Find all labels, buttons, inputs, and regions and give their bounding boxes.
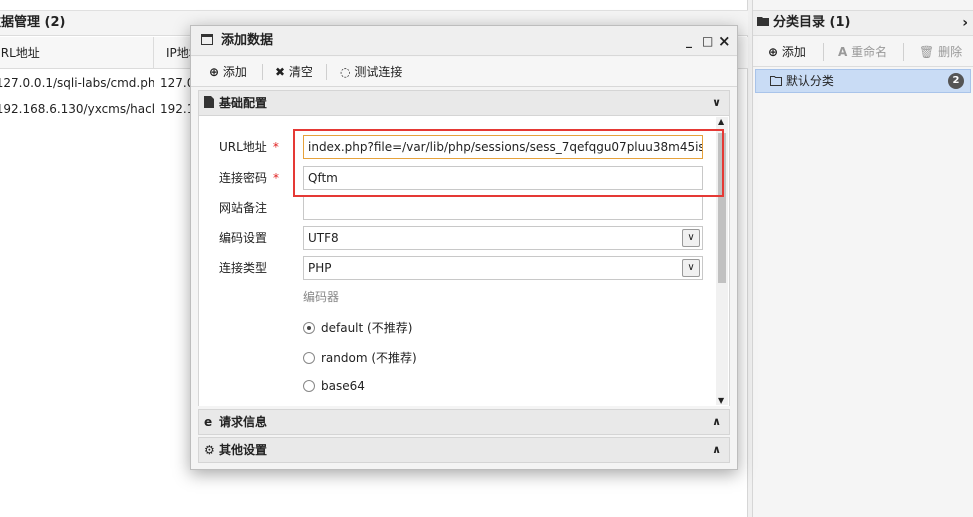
- plus-circle-icon: ⊕: [768, 45, 779, 59]
- chevron-down-icon: ∨: [712, 96, 721, 109]
- encoder-radio-base64[interactable]: base64: [303, 379, 365, 393]
- radio-checked-icon: [303, 322, 315, 334]
- url-label: URL地址 *: [219, 140, 279, 154]
- radio-icon: [303, 352, 315, 364]
- category-toolbar: ⊕ 添加 A 重命名 🗑 删除: [753, 37, 973, 67]
- encoding-select[interactable]: UTF8 ∨: [303, 226, 703, 250]
- document-icon: [204, 91, 214, 115]
- highlight-annotation: [293, 129, 724, 197]
- chevron-up-icon: ∧: [712, 415, 721, 428]
- chevron-down-icon: ∨: [682, 229, 700, 247]
- radio-icon: [303, 380, 315, 392]
- scroll-up-icon[interactable]: ▲: [718, 117, 724, 126]
- dialog-titlebar[interactable]: 添加数据 _ □ ×: [191, 26, 737, 56]
- toolbar-divider: [823, 43, 824, 61]
- chevron-up-icon: ∧: [712, 443, 721, 456]
- category-title: 分类目录 (1): [773, 15, 851, 30]
- category-item-default[interactable]: 默认分类 2: [755, 69, 971, 93]
- chevron-right-icon[interactable]: ›: [962, 11, 968, 35]
- toolbar-divider: [262, 64, 263, 80]
- toolbar-divider: [326, 64, 327, 80]
- close-button[interactable]: ×: [718, 26, 731, 56]
- delete-category-button[interactable]: 🗑 删除: [919, 37, 962, 67]
- rename-category-button[interactable]: A 重命名: [838, 37, 887, 67]
- category-label: 默认分类: [785, 74, 834, 88]
- column-url[interactable]: URL地址: [0, 37, 154, 69]
- note-label: 网站备注: [219, 201, 268, 215]
- type-select[interactable]: PHP ∨: [303, 256, 703, 280]
- maximize-button[interactable]: □: [702, 26, 713, 56]
- folder-outline-icon: [770, 74, 786, 88]
- toolbar-divider: [903, 43, 904, 61]
- category-count-badge: 2: [948, 73, 964, 89]
- section-basic-config[interactable]: 基础配置 ∨: [198, 90, 730, 116]
- add-data-dialog: 添加数据 _ □ × ⊕ 添加 ✖ 清空 ◌ 测试连接 基础配置 ∨ URL地址…: [190, 25, 738, 470]
- row-url: http://127.0.0.1/sqli-labs/cmd.php: [0, 76, 154, 90]
- row-url: http://192.168.6.130/yxcms/hack.: [0, 102, 154, 116]
- chevron-down-icon: ∨: [682, 259, 700, 277]
- minimize-button[interactable]: _: [686, 26, 692, 56]
- encoding-label: 编码设置: [219, 231, 268, 245]
- font-icon: A: [838, 45, 848, 59]
- gears-icon: ⚙: [204, 443, 215, 457]
- ie-icon: e: [204, 415, 213, 429]
- spinner-icon: ◌: [340, 65, 351, 79]
- plus-circle-icon: ⊕: [209, 65, 220, 79]
- note-input[interactable]: [303, 196, 703, 220]
- encoder-title: 编码器: [303, 290, 340, 304]
- section-other-settings[interactable]: ⚙ 其他设置 ∧: [198, 437, 730, 463]
- encoder-radio-random[interactable]: random (不推荐): [303, 349, 417, 366]
- category-panel: 分类目录 (1) › ⊕ 添加 A 重命名 🗑 删除 默认分类 2: [752, 0, 973, 517]
- clear-button[interactable]: ✖ 清空: [275, 57, 313, 87]
- folder-icon: [757, 11, 769, 35]
- category-header: 分类目录 (1) ›: [753, 10, 973, 36]
- password-label: 连接密码 *: [219, 171, 280, 185]
- section-request-info[interactable]: e 请求信息 ∧: [198, 409, 730, 435]
- dialog-toolbar: ⊕ 添加 ✖ 清空 ◌ 测试连接: [191, 57, 737, 87]
- add-button[interactable]: ⊕ 添加: [209, 57, 247, 87]
- dialog-title: 添加数据: [221, 33, 274, 48]
- window-icon: [201, 26, 213, 56]
- scroll-down-icon[interactable]: ▼: [718, 396, 724, 405]
- test-connection-button[interactable]: ◌ 测试连接: [340, 57, 402, 87]
- trash-icon: 🗑: [919, 45, 935, 59]
- data-manager-title: 数据管理 (2): [0, 15, 66, 30]
- close-icon: ✖: [275, 65, 286, 79]
- add-category-button[interactable]: ⊕ 添加: [768, 37, 806, 67]
- encoder-radio-default[interactable]: default (不推荐): [303, 319, 412, 336]
- type-label: 连接类型: [219, 261, 268, 275]
